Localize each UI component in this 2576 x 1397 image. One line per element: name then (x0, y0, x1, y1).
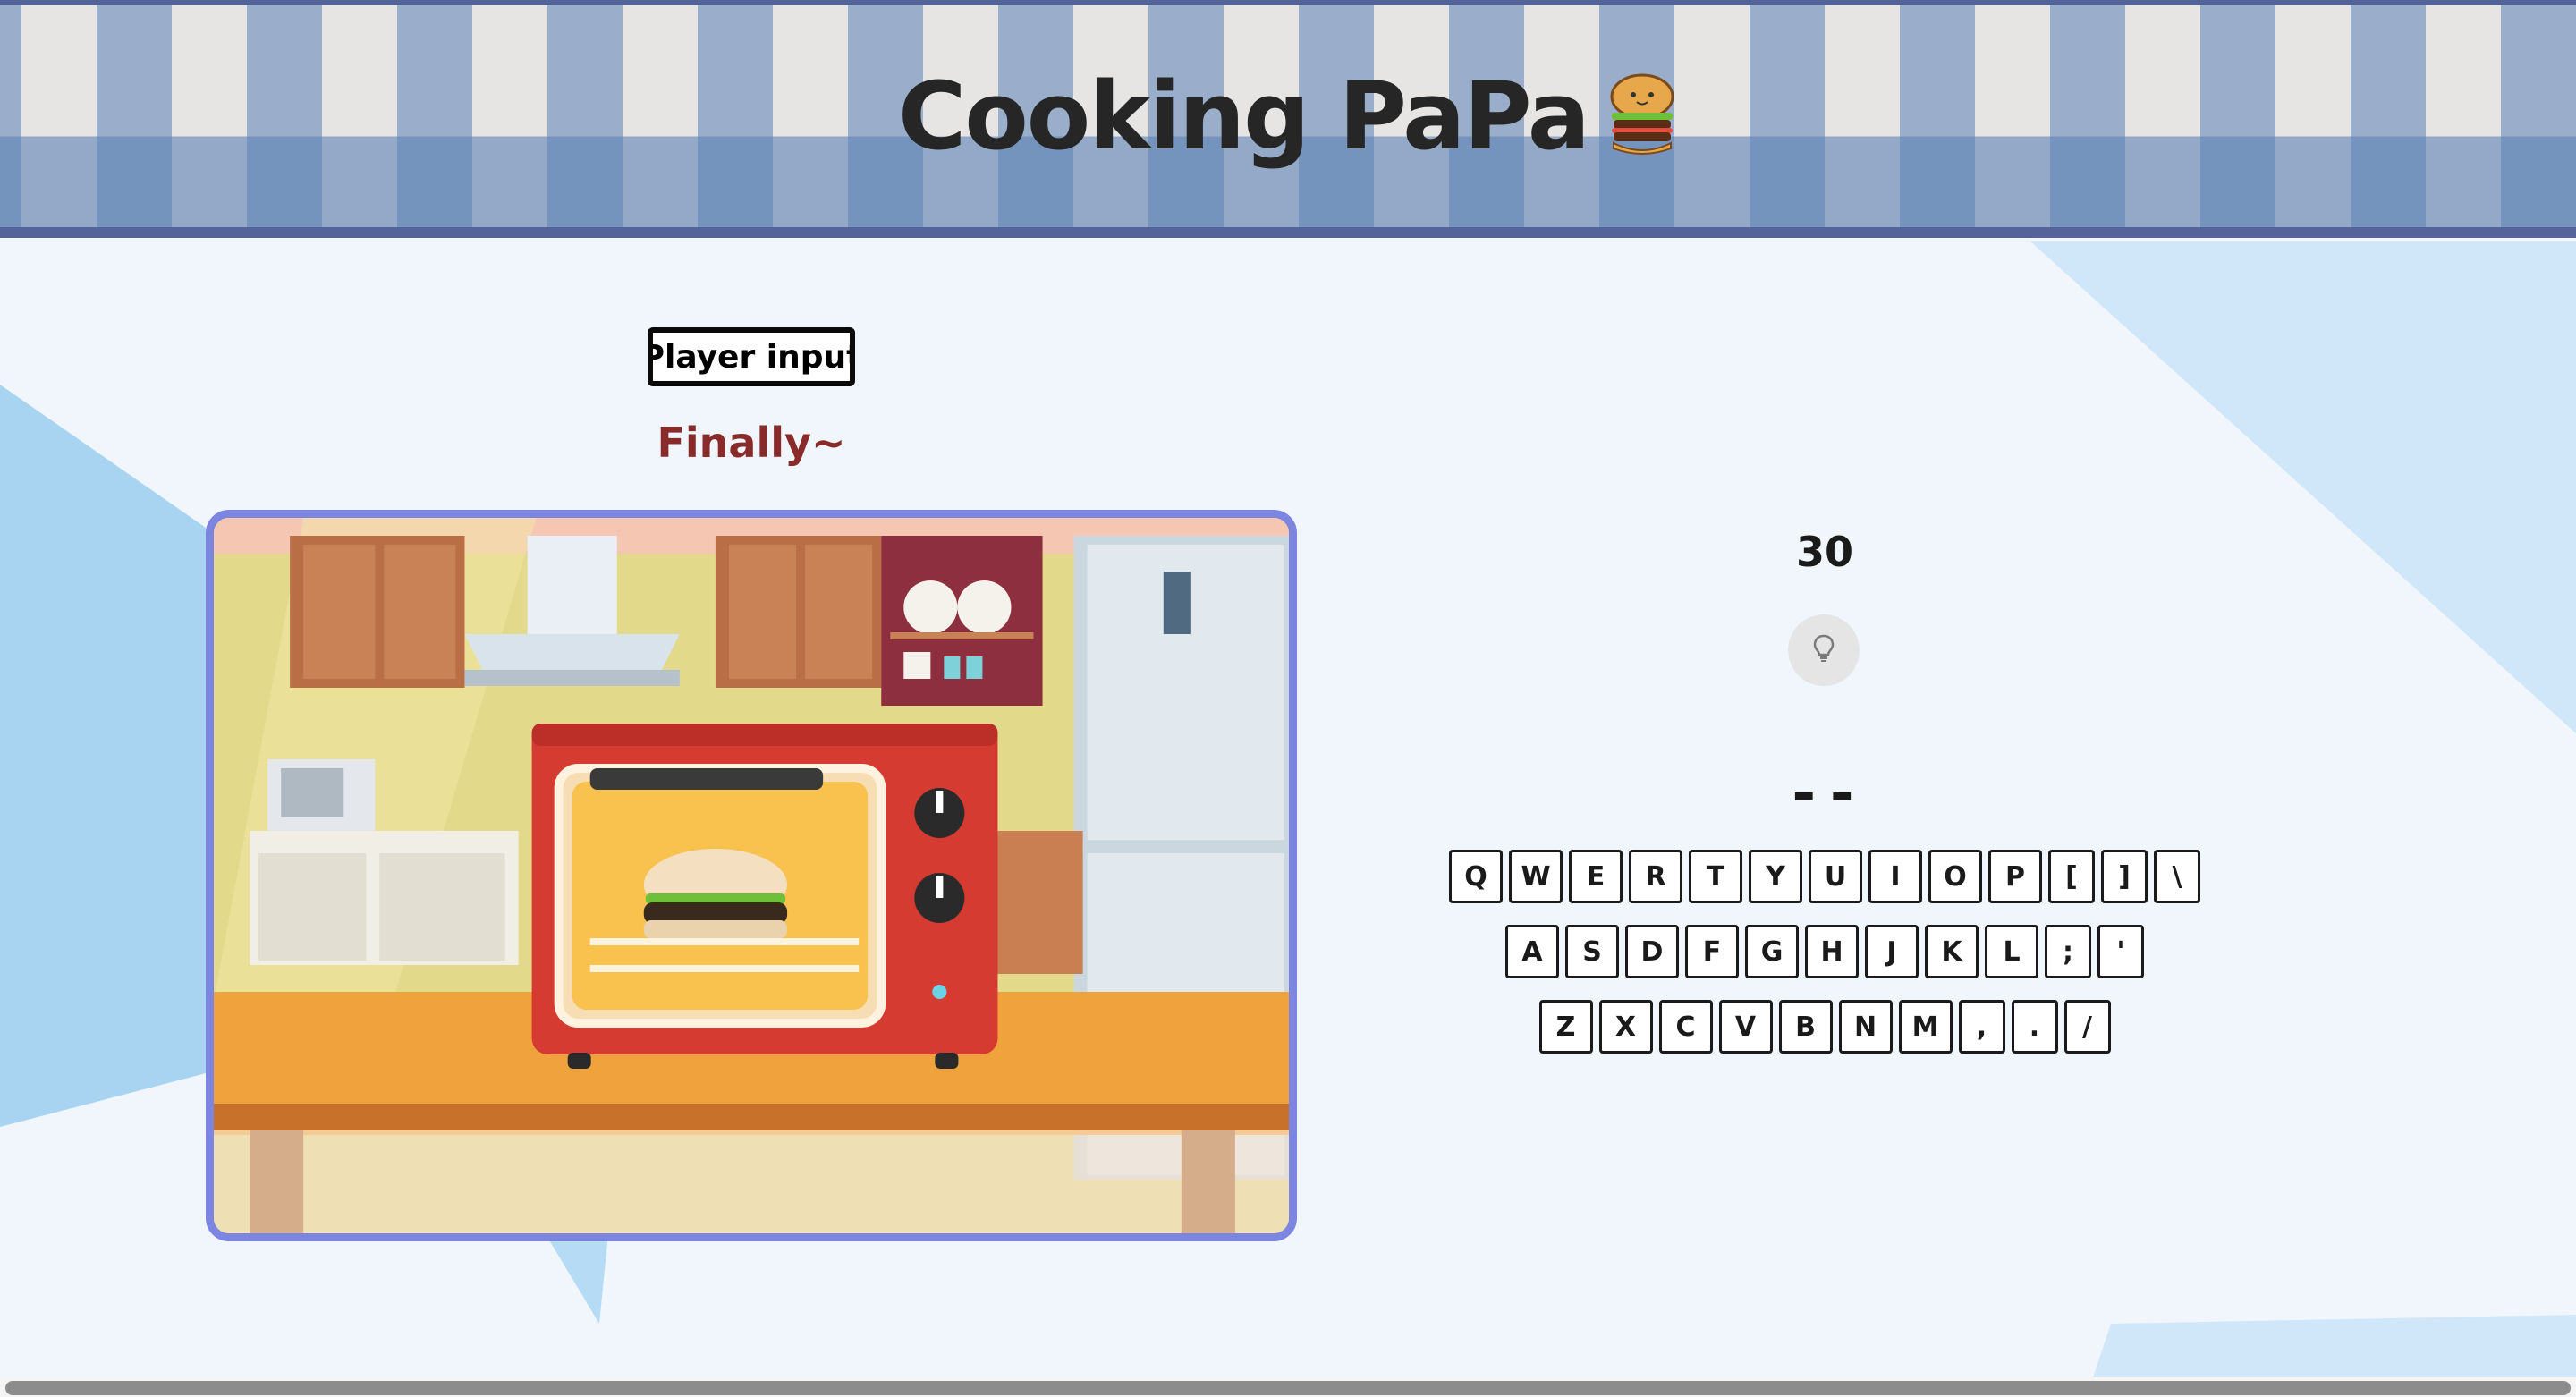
key-backslash[interactable]: \ (2154, 850, 2200, 903)
key-q[interactable]: Q (1449, 850, 1503, 903)
header-banner: Cooking PaPa (0, 0, 2576, 238)
key-b[interactable]: B (1778, 1000, 1833, 1054)
key-o[interactable]: O (1928, 850, 1982, 903)
key-h[interactable]: H (1805, 925, 1859, 978)
status-message: Finally~ (657, 419, 846, 467)
key-open-bracket[interactable]: [ (2048, 850, 2095, 903)
horizontal-scrollbar[interactable] (5, 1381, 2571, 1395)
key-g[interactable]: G (1745, 925, 1799, 978)
page-title: Cooking PaPa (898, 62, 1590, 171)
key-c[interactable]: C (1658, 1000, 1713, 1054)
key-i[interactable]: I (1868, 850, 1922, 903)
key-slash[interactable]: / (2063, 1000, 2111, 1054)
key-semicolon[interactable]: ; (2045, 925, 2091, 978)
key-v[interactable]: V (1718, 1000, 1773, 1054)
keyboard-row-2: A S D F G H J K L ; ' (1342, 925, 2308, 978)
key-quote[interactable]: ' (2097, 925, 2144, 978)
key-j[interactable]: J (1865, 925, 1919, 978)
key-n[interactable]: N (1838, 1000, 1893, 1054)
key-d[interactable]: D (1625, 925, 1679, 978)
timer-display: 30 (1795, 528, 1853, 576)
key-r[interactable]: R (1629, 850, 1682, 903)
keyboard-row-3: Z X C V B N M , . / (1342, 1000, 2308, 1054)
key-p[interactable]: P (1988, 850, 2042, 903)
key-x[interactable]: X (1598, 1000, 1653, 1054)
key-t[interactable]: T (1689, 850, 1742, 903)
key-period[interactable]: . (2011, 1000, 2058, 1054)
hamburger-icon (1606, 72, 1678, 161)
key-close-bracket[interactable]: ] (2101, 850, 2148, 903)
key-e[interactable]: E (1569, 850, 1623, 903)
key-z[interactable]: Z (1538, 1000, 1593, 1054)
keyboard-row-1: Q W E R T Y U I O P [ ] \ (1342, 850, 2308, 903)
key-f[interactable]: F (1685, 925, 1739, 978)
key-y[interactable]: Y (1749, 850, 1802, 903)
key-comma[interactable]: , (1958, 1000, 2005, 1054)
key-l[interactable]: L (1985, 925, 2038, 978)
hint-button[interactable] (1788, 614, 1860, 686)
lightbulb-icon (1811, 633, 1836, 667)
key-w[interactable]: W (1509, 850, 1563, 903)
key-s[interactable]: S (1565, 925, 1619, 978)
key-k[interactable]: K (1925, 925, 1979, 978)
oven-kitchen-illustration (206, 510, 1297, 1241)
key-u[interactable]: U (1809, 850, 1862, 903)
key-m[interactable]: M (1898, 1000, 1953, 1054)
key-a[interactable]: A (1505, 925, 1559, 978)
answer-blanks: -- (1786, 761, 1863, 827)
player-input-button[interactable]: Player input (648, 327, 855, 386)
